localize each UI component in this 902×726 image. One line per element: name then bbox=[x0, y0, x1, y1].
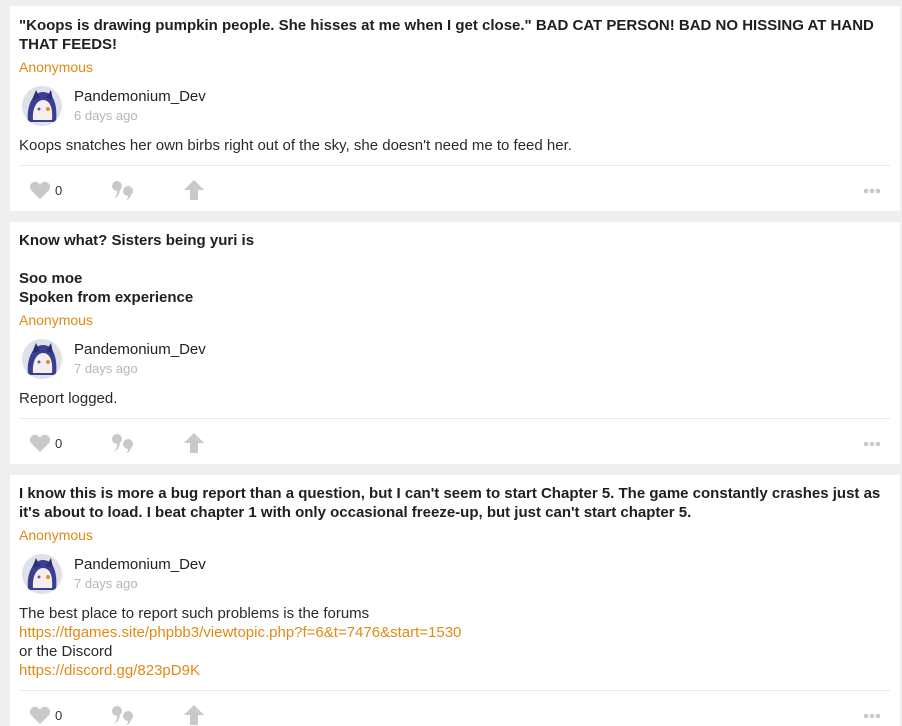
post-card: I know this is more a bug report than a … bbox=[10, 475, 900, 726]
asker-link[interactable]: Anonymous bbox=[19, 527, 93, 543]
like-count: 0 bbox=[55, 436, 63, 451]
asker-link[interactable]: Anonymous bbox=[19, 59, 93, 75]
heart-icon[interactable] bbox=[29, 433, 51, 453]
asker-link[interactable]: Anonymous bbox=[19, 312, 93, 328]
divider bbox=[19, 690, 890, 691]
like-count: 0 bbox=[55, 708, 63, 723]
avatar[interactable] bbox=[22, 86, 62, 126]
more-dots-icon[interactable] bbox=[863, 713, 881, 719]
answer-line: Koops snatches her own birbs right out o… bbox=[19, 137, 572, 154]
avatar-image bbox=[22, 339, 62, 379]
question-text: "Koops is drawing pumpkin people. She hi… bbox=[19, 17, 874, 53]
avatar-image bbox=[22, 86, 62, 126]
answer-line: The best place to report such problems i… bbox=[19, 605, 370, 622]
answer-text: The best place to report such problems i… bbox=[19, 604, 888, 680]
forum-link[interactable]: https://tfgames.site/phpbb3/viewtopic.ph… bbox=[19, 624, 461, 641]
answer-text: Koops snatches her own birbs right out o… bbox=[19, 136, 888, 155]
quote-icon[interactable] bbox=[111, 705, 135, 725]
author-name[interactable]: Pandemonium_Dev bbox=[74, 556, 206, 573]
divider bbox=[19, 418, 890, 419]
share-arrow-icon[interactable] bbox=[183, 432, 205, 454]
action-bar: 0 bbox=[10, 176, 900, 206]
answer-line: or the Discord bbox=[19, 643, 113, 660]
heart-icon[interactable] bbox=[29, 705, 51, 725]
divider bbox=[19, 165, 890, 166]
share-arrow-icon[interactable] bbox=[183, 179, 205, 201]
post-card: "Koops is drawing pumpkin people. She hi… bbox=[10, 6, 900, 211]
post-time: 6 days ago bbox=[74, 108, 138, 123]
quote-icon[interactable] bbox=[111, 180, 135, 200]
author-name[interactable]: Pandemonium_Dev bbox=[74, 341, 206, 358]
answer-text: Report logged. bbox=[19, 389, 888, 408]
action-bar: 0 bbox=[10, 429, 900, 459]
more-dots-icon[interactable] bbox=[863, 188, 881, 194]
heart-icon[interactable] bbox=[29, 180, 51, 200]
answer-line: Report logged. bbox=[19, 390, 118, 407]
quote-icon[interactable] bbox=[111, 433, 135, 453]
question-text: Know what? Sisters being yuri is Soo moe… bbox=[19, 232, 255, 306]
avatar-image bbox=[22, 554, 62, 594]
author-name[interactable]: Pandemonium_Dev bbox=[74, 88, 206, 105]
post-time: 7 days ago bbox=[74, 361, 138, 376]
avatar[interactable] bbox=[22, 339, 62, 379]
discord-link[interactable]: https://discord.gg/823pD9K bbox=[19, 662, 200, 679]
post-time: 7 days ago bbox=[74, 576, 138, 591]
question-text: I know this is more a bug report than a … bbox=[19, 485, 881, 521]
post-card: Know what? Sisters being yuri is Soo moe… bbox=[10, 222, 900, 464]
more-dots-icon[interactable] bbox=[863, 441, 881, 447]
action-bar: 0 bbox=[10, 701, 900, 726]
question-feed: "Koops is drawing pumpkin people. She hi… bbox=[0, 0, 902, 726]
share-arrow-icon[interactable] bbox=[183, 704, 205, 726]
avatar[interactable] bbox=[22, 554, 62, 594]
like-count: 0 bbox=[55, 183, 63, 198]
